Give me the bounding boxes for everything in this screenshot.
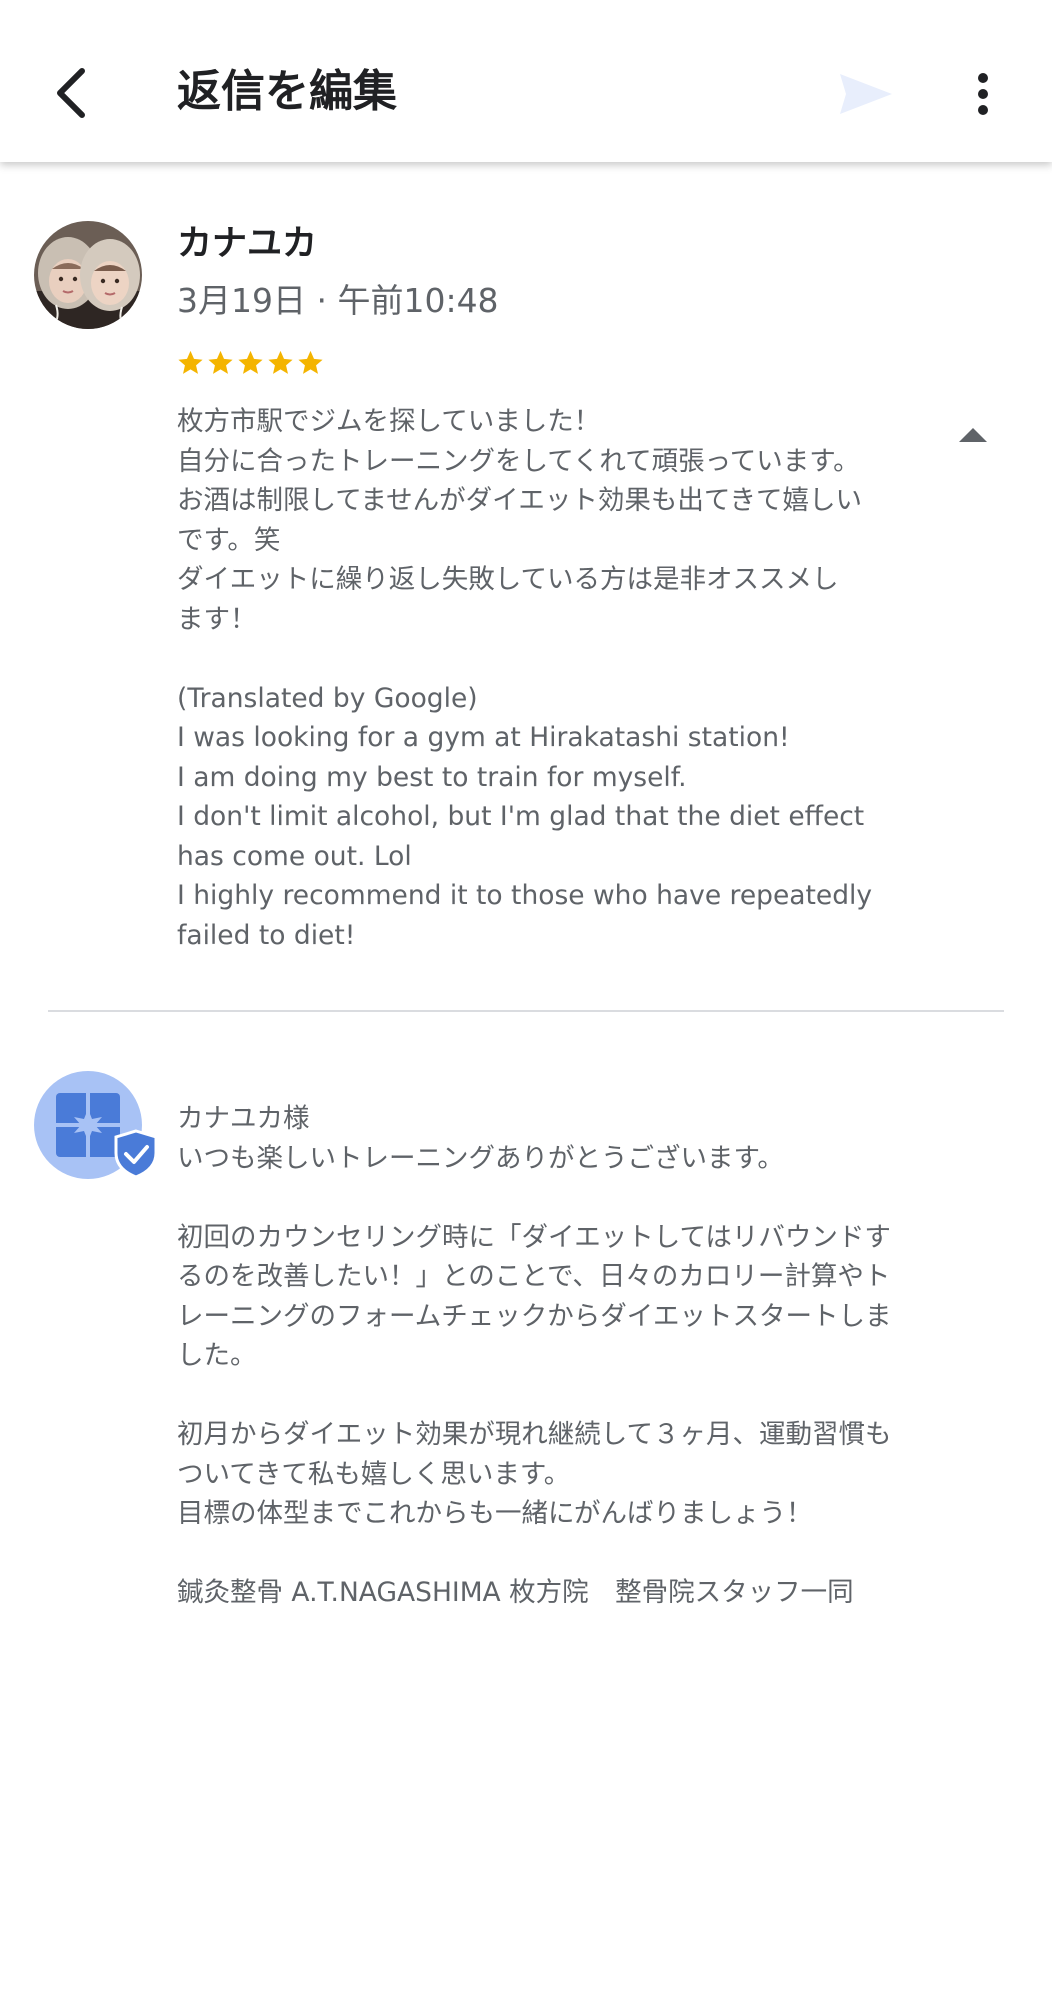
divider [48, 1010, 1004, 1012]
review-text: 枚方市駅でジムを探していました！ 自分に合ったトレーニングをしてくれて頑張ってい… [177, 406, 873, 951]
star-icon [238, 350, 263, 374]
star-icon [208, 350, 233, 374]
page-title: 返信を編集 [177, 66, 397, 117]
send-icon [840, 74, 892, 114]
collapse-arrow-icon [959, 428, 987, 442]
app-bar: 返信を編集 [0, 0, 1052, 162]
reviewer-avatar [34, 221, 142, 329]
collapse-review-button[interactable] [955, 420, 991, 450]
star-rating [176, 341, 325, 385]
star-icon [178, 350, 203, 374]
review-date: 3月19日 · 午前10:48 [177, 281, 499, 320]
business-verified-icon [34, 1071, 158, 1179]
more-options-button[interactable] [958, 62, 1008, 126]
star-icon [298, 350, 323, 374]
more-vert-icon [978, 73, 988, 115]
reply-text: カナユカ様 いつも楽しいトレーニングありがとうございます。 初回のカウンセリング… [177, 1103, 892, 1608]
back-button[interactable] [40, 58, 100, 128]
star-icon [268, 350, 293, 374]
owner-avatar [34, 1071, 162, 1183]
send-button[interactable] [834, 64, 898, 124]
reviewer-name: カナユカ [177, 224, 318, 264]
back-arrow-icon [57, 68, 85, 118]
